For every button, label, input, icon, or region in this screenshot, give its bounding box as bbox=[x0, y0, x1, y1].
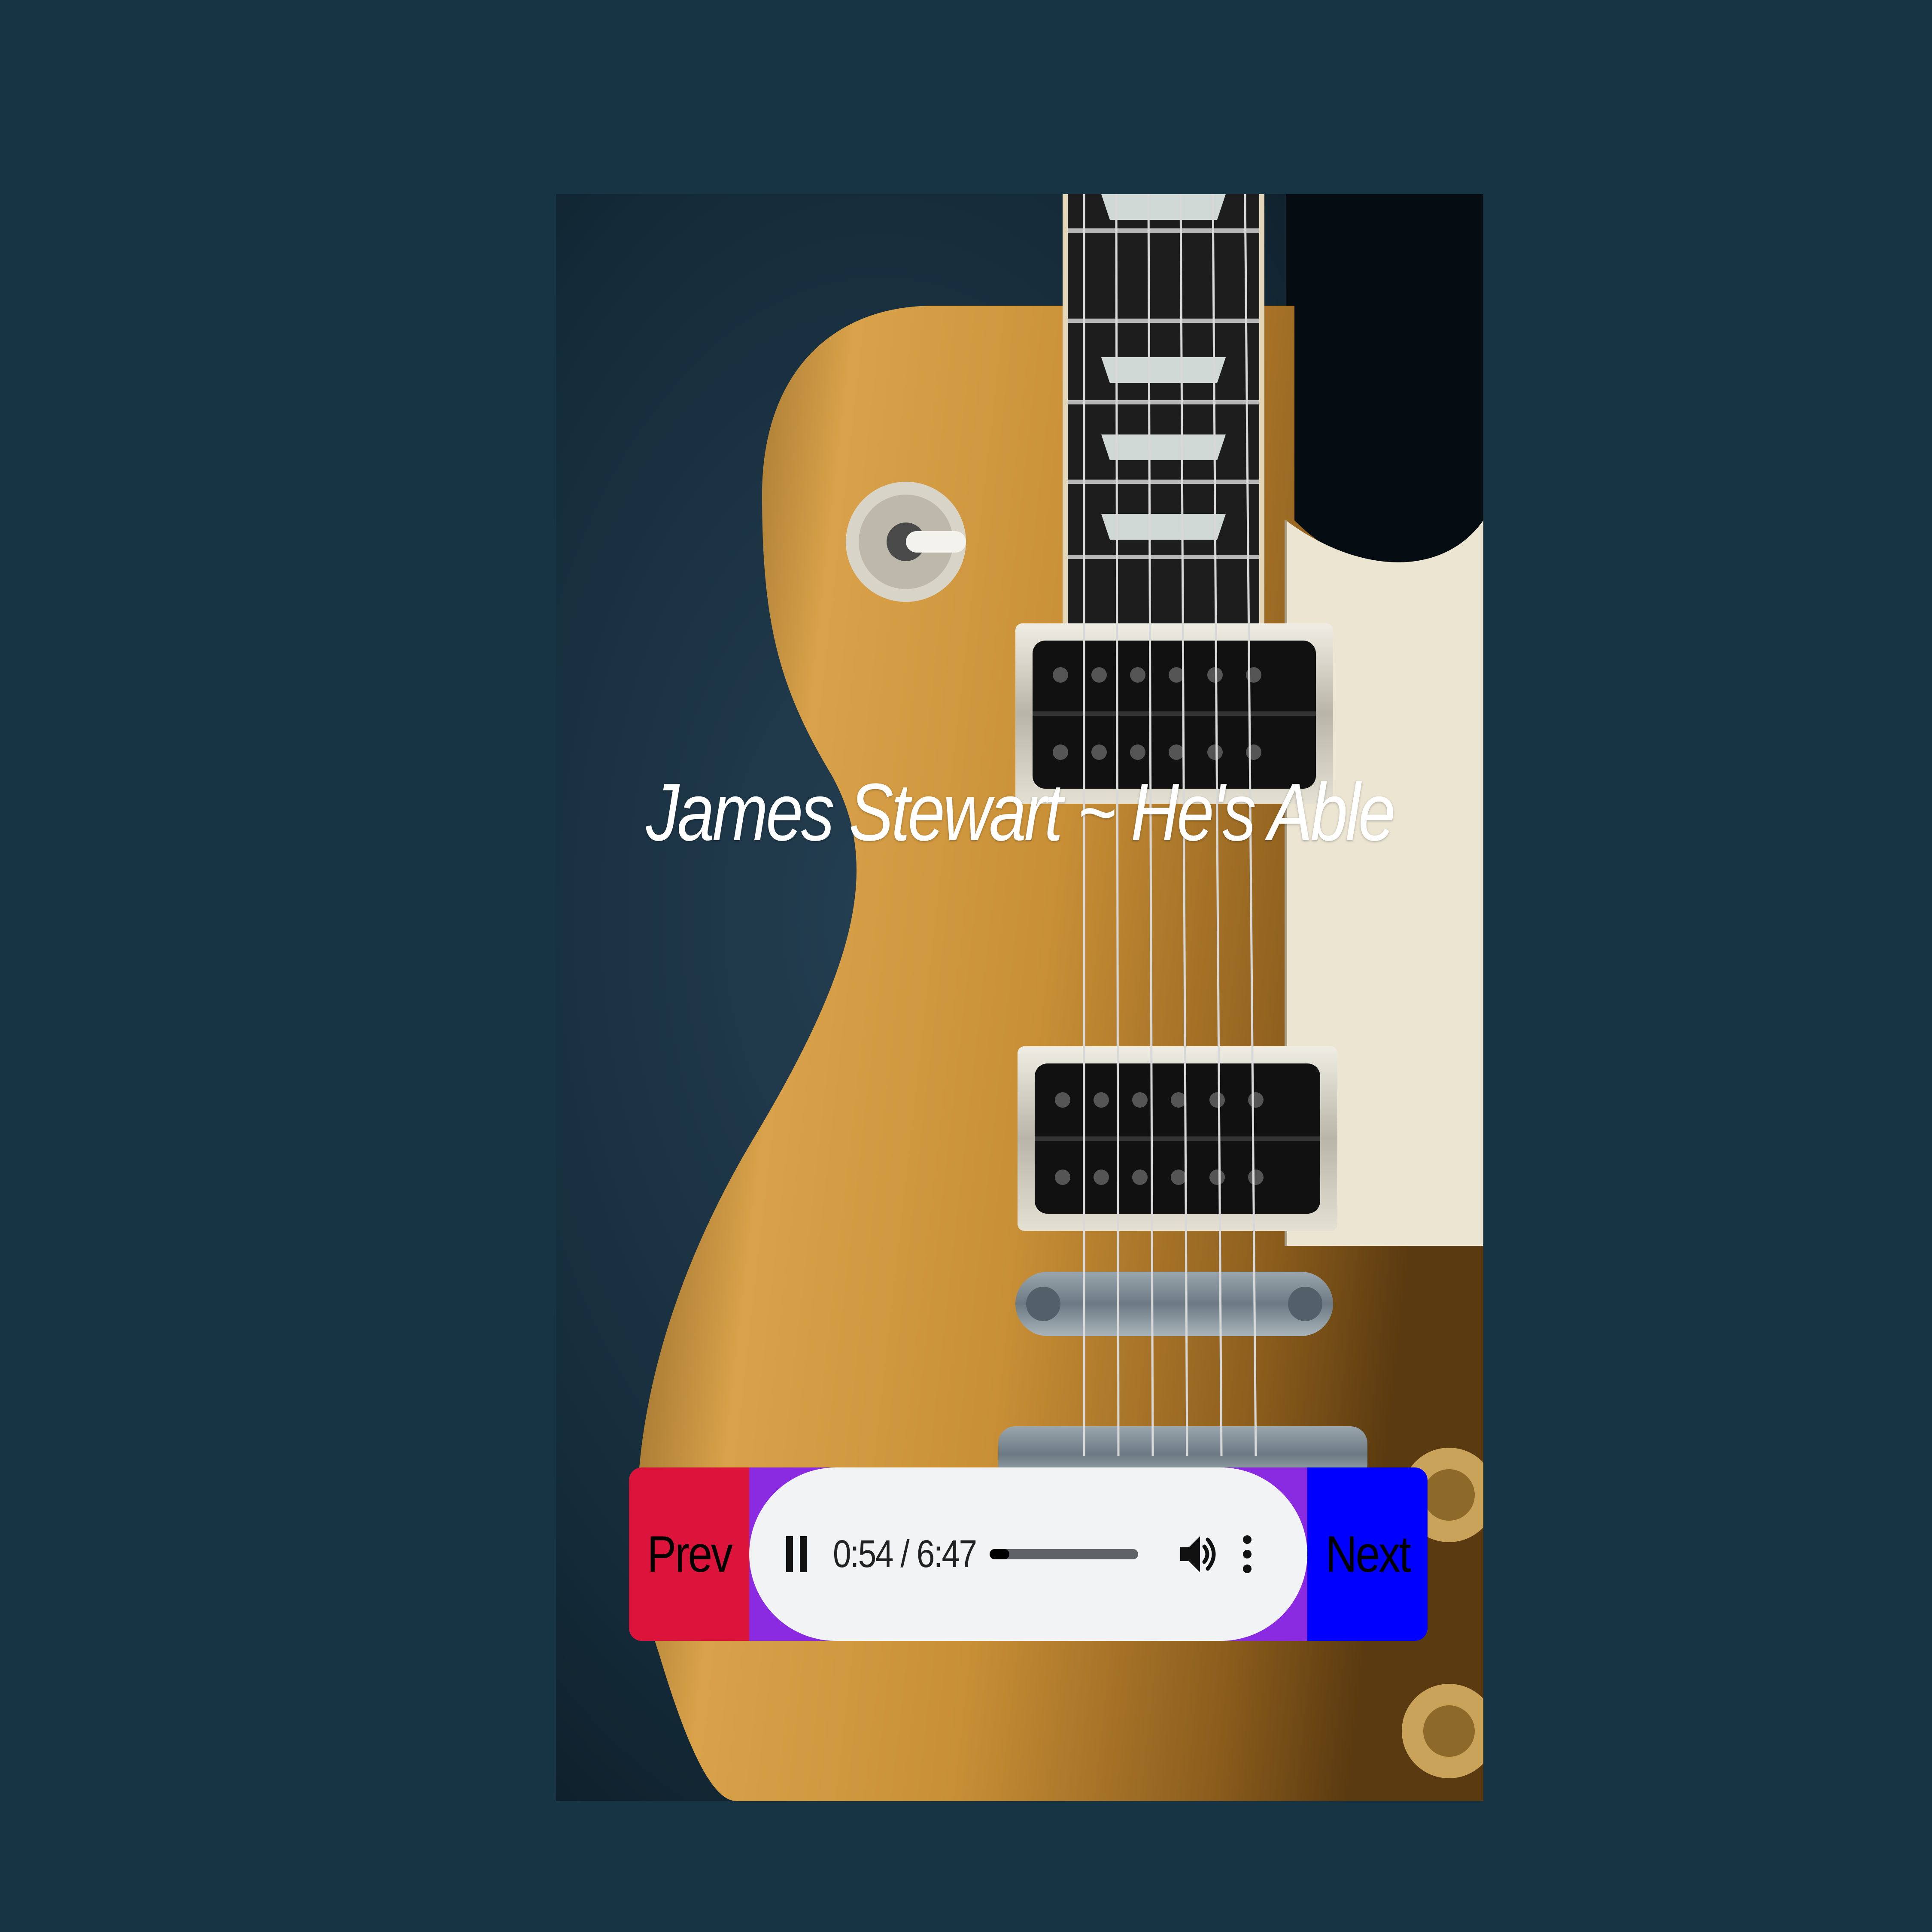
seek-progress bbox=[990, 1549, 1010, 1559]
volume-icon[interactable] bbox=[1179, 1531, 1217, 1577]
prev-button[interactable]: Prev bbox=[629, 1467, 749, 1641]
player-card: James Stewart ~ He's Able Prev 0:54 / 6:… bbox=[556, 194, 1483, 1801]
next-label: Next bbox=[1325, 1525, 1411, 1583]
time-display: 0:54 / 6:47 bbox=[833, 1533, 977, 1576]
pause-icon[interactable] bbox=[784, 1534, 809, 1574]
track-title: James Stewart ~ He's Able bbox=[646, 767, 1395, 858]
controls-bar: Prev 0:54 / 6:47 Next bbox=[629, 1467, 1428, 1641]
audio-player[interactable]: 0:54 / 6:47 bbox=[749, 1467, 1307, 1641]
audio-frame: 0:54 / 6:47 bbox=[749, 1467, 1307, 1641]
seek-slider[interactable] bbox=[990, 1549, 1138, 1559]
more-options-icon[interactable] bbox=[1239, 1531, 1256, 1577]
next-button[interactable]: Next bbox=[1307, 1467, 1428, 1641]
prev-label: Prev bbox=[647, 1525, 733, 1583]
